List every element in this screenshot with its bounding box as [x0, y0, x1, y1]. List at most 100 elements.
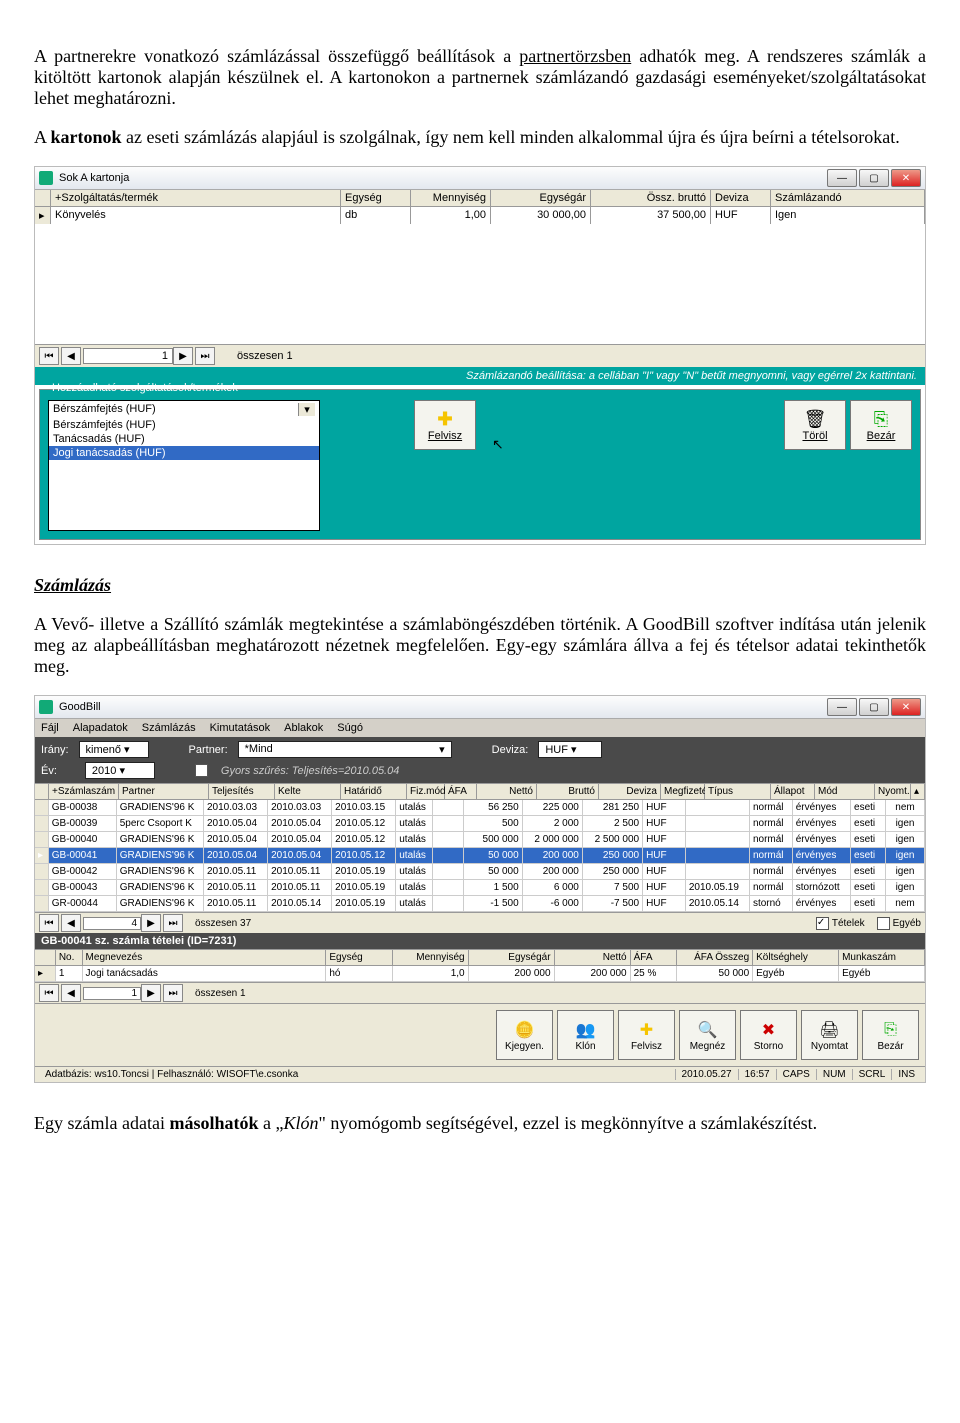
nav-first-icon[interactable]: ⏮	[39, 984, 59, 1002]
magnifier-icon: 🔍	[698, 1019, 718, 1041]
add-button[interactable]: ✚ Felvisz	[414, 400, 476, 450]
status-bar: Adatbázis: ws10.Toncsi | Felhasználó: WI…	[35, 1066, 925, 1082]
minimize-button[interactable]: —	[827, 169, 857, 187]
year-select[interactable]: 2010 ▾	[85, 762, 155, 779]
column-header[interactable]: Nettó	[477, 783, 537, 800]
coin-icon: 🪙	[515, 1019, 535, 1041]
add-button[interactable]: ✚Felvisz	[618, 1010, 675, 1060]
exit-icon: ⎘	[884, 1019, 897, 1041]
invoice-row[interactable]: GB-00040GRADIENS'96 K2010.05.042010.05.0…	[35, 832, 925, 848]
nav-last-icon[interactable]: ⏭	[163, 984, 183, 1002]
column-header[interactable]: Állapot	[771, 783, 815, 800]
goodbill-window: GoodBill — ▢ ✕ Fájl Alapadatok Számlázás…	[34, 695, 926, 1083]
panel-legend: Hozzáadható szolgáltatások/termékek	[48, 382, 242, 394]
intro-para-2: A kartonok az eseti számlázás alapjául i…	[34, 127, 926, 148]
column-header[interactable]: Mód	[815, 783, 875, 800]
print-button[interactable]: 🖨Nyomtat	[801, 1010, 858, 1060]
show-items-checkbox[interactable]	[816, 917, 829, 930]
nav-first-icon[interactable]: ⏮	[39, 914, 59, 932]
column-header[interactable]: ÁFA	[445, 783, 477, 800]
menu-item[interactable]: Számlázás	[142, 722, 196, 734]
show-other-checkbox[interactable]	[877, 917, 890, 930]
nav-next-icon[interactable]: ▶	[141, 914, 161, 932]
add-services-panel: Hozzáadható szolgáltatások/termékek Bérs…	[39, 389, 921, 540]
column-header[interactable]: Nyomt.	[875, 783, 911, 800]
nav-first-icon[interactable]: ⏮	[39, 347, 59, 365]
close-panel-button[interactable]: ⎘ Bezár	[850, 400, 912, 450]
chevron-down-icon[interactable]: ▾	[298, 403, 315, 416]
closing-para: Egy számla adatai másolhatók a „Klón" ny…	[34, 1113, 926, 1134]
record-navigator: ⏮ ◀ 4 ▶ ⏭ összesen 37 Tételek Egyéb	[35, 912, 925, 933]
quick-filter-checkbox[interactable]	[195, 764, 208, 777]
menu-item[interactable]: Súgó	[337, 722, 363, 734]
grid-header: +Szolgáltatás/termék Egység Mennyiség Eg…	[35, 190, 925, 207]
column-header[interactable]: Fiz.mód	[407, 783, 445, 800]
column-header[interactable]: Megfizetés	[661, 783, 705, 800]
menu-item[interactable]: Kimutatások	[210, 722, 271, 734]
detail-navigator: ⏮ ◀ 1 ▶ ⏭ összesen 1	[35, 982, 925, 1003]
clone-button[interactable]: 👥Klón	[557, 1010, 614, 1060]
row-selector-icon[interactable]: ▸	[35, 207, 51, 224]
invoice-row[interactable]: GB-00042GRADIENS'96 K2010.05.112010.05.1…	[35, 864, 925, 880]
exit-icon: ⎘	[868, 408, 894, 430]
close-button[interactable]: ⎘Bezár	[862, 1010, 919, 1060]
combo-option[interactable]: Jogi tanácsadás (HUF)	[49, 446, 319, 460]
nav-prev-icon[interactable]: ◀	[61, 347, 81, 365]
intro-para-1: A partnerekre vonatkozó számlázással öss…	[34, 46, 926, 109]
record-navigator: ⏮ ◀ 1 ▶ ⏭ összesen 1	[35, 344, 925, 367]
storno-button[interactable]: ✖Storno	[740, 1010, 797, 1060]
column-header[interactable]: Bruttó	[537, 783, 599, 800]
status-time: 16:57	[738, 1069, 776, 1080]
nav-prev-icon[interactable]: ◀	[61, 914, 81, 932]
partner-select[interactable]: *Mind ▾	[238, 741, 452, 758]
detail-row[interactable]: ▸ 1 Jogi tanácsadás hó 1,0 200 000 200 0…	[35, 966, 925, 982]
combo-option[interactable]: Tanácsadás (HUF)	[49, 432, 319, 446]
nav-prev-icon[interactable]: ◀	[61, 984, 81, 1002]
plus-icon: ✚	[640, 1019, 653, 1041]
invoice-row[interactable]: GB-00043GRADIENS'96 K2010.05.112010.05.1…	[35, 880, 925, 896]
nav-total: összesen 1	[237, 350, 293, 362]
column-header[interactable]: Határidő	[341, 783, 407, 800]
column-header[interactable]: Teljesítés	[209, 783, 275, 800]
nav-record-input[interactable]: 4	[83, 917, 141, 930]
menu-item[interactable]: Fájl	[41, 722, 59, 734]
maximize-button[interactable]: ▢	[859, 698, 889, 716]
minimize-button[interactable]: —	[827, 698, 857, 716]
grid-row[interactable]: ▸ Könyvelés db 1,00 30 000,00 37 500,00 …	[35, 207, 925, 224]
column-header[interactable]: Partner	[119, 783, 209, 800]
delete-button[interactable]: 🗑 Töröl	[784, 400, 846, 450]
section-para: A Vevő- illetve a Szállító számlák megte…	[34, 614, 926, 677]
column-header[interactable]: +Számlaszám	[49, 783, 119, 800]
invoice-row[interactable]: GB-00038GRADIENS'96 K2010.03.032010.03.0…	[35, 800, 925, 816]
nav-record-input[interactable]: 1	[83, 987, 141, 1000]
menu-item[interactable]: Alapadatok	[73, 722, 128, 734]
close-button[interactable]: ✕	[891, 169, 921, 187]
detail-grid-header: No. Megnevezés Egység Mennyiség Egységár…	[35, 949, 925, 966]
nav-last-icon[interactable]: ⏭	[195, 347, 215, 365]
nav-last-icon[interactable]: ⏭	[163, 914, 183, 932]
direction-select[interactable]: kimenő ▾	[79, 741, 149, 758]
status-num: NUM	[816, 1069, 852, 1080]
kjegyen-button[interactable]: 🪙Kjegyen.	[496, 1010, 553, 1060]
combo-option[interactable]: Bérszámfejtés (HUF)	[49, 418, 319, 432]
maximize-button[interactable]: ▢	[859, 169, 889, 187]
invoice-row[interactable]: GR-00044GRADIENS'96 K2010.05.112010.05.1…	[35, 896, 925, 912]
menu-item[interactable]: Ablakok	[284, 722, 323, 734]
grid-header: +SzámlaszámPartnerTeljesítésKelteHatárid…	[35, 783, 925, 800]
status-date: 2010.05.27	[675, 1069, 738, 1080]
currency-select[interactable]: HUF ▾	[538, 741, 602, 758]
view-button[interactable]: 🔍Megnéz	[679, 1010, 736, 1060]
service-combobox[interactable]: Bérszámfejtés (HUF)▾ Bérszámfejtés (HUF)…	[48, 400, 320, 531]
column-header[interactable]: Típus	[705, 783, 771, 800]
app-icon	[39, 700, 53, 714]
close-button[interactable]: ✕	[891, 698, 921, 716]
nav-next-icon[interactable]: ▶	[173, 347, 193, 365]
nav-record-input[interactable]: 1	[83, 348, 173, 364]
column-header[interactable]: Kelte	[275, 783, 341, 800]
main-toolbar: 🪙Kjegyen. 👥Klón ✚Felvisz 🔍Megnéz ✖Storno…	[35, 1003, 925, 1066]
invoice-row[interactable]: GB-000395perc Csoport K2010.05.042010.05…	[35, 816, 925, 832]
window-title: GoodBill	[59, 701, 101, 713]
invoice-row[interactable]: ▸GB-00041GRADIENS'96 K2010.05.042010.05.…	[35, 848, 925, 864]
column-header[interactable]: Deviza	[599, 783, 661, 800]
nav-next-icon[interactable]: ▶	[141, 984, 161, 1002]
